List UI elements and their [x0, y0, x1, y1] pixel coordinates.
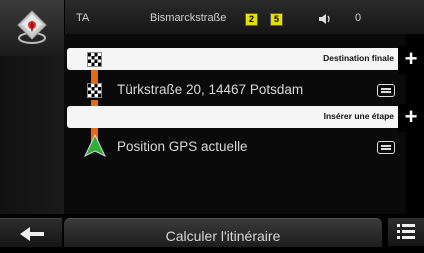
list-menu-icon — [397, 224, 415, 239]
plus-icon: + — [404, 46, 418, 71]
plus-icon: + — [404, 104, 418, 129]
row-menu-icon[interactable] — [377, 141, 395, 154]
destination-address: Türkstraße 20, 14467 Potsdam — [117, 82, 304, 97]
current-street: Bismarckstraße — [150, 12, 227, 24]
add-destination-button[interactable]: + — [398, 46, 424, 74]
badge-a: 2 — [245, 13, 259, 26]
volume-value: 0 — [355, 12, 362, 24]
back-button[interactable] — [0, 218, 62, 247]
checkered-flag-icon — [87, 83, 102, 98]
add-waypoint-button[interactable]: + — [398, 104, 424, 132]
left-panel — [0, 56, 64, 214]
insert-waypoint-bar[interactable]: Insérer une étape — [67, 106, 400, 128]
badge-b: 5 — [270, 13, 284, 26]
destination-bar-label: Destination finale — [323, 53, 394, 63]
row-menu-icon[interactable] — [377, 84, 395, 97]
status-label: TA — [76, 12, 90, 24]
map-button[interactable] — [0, 0, 65, 57]
list-menu-button[interactable] — [388, 218, 424, 246]
back-arrow-icon — [20, 227, 44, 241]
destination-bar[interactable]: Destination finale — [67, 48, 400, 70]
speaker-icon[interactable] — [318, 13, 332, 25]
start-label: Position GPS actuelle — [117, 139, 248, 154]
calculate-route-button[interactable]: Calculer l'itinéraire — [64, 218, 382, 247]
map-compass-icon — [17, 10, 47, 44]
insert-waypoint-label: Insérer une étape — [323, 111, 394, 121]
green-arrow-icon — [84, 134, 106, 158]
checkered-flag-icon — [87, 52, 102, 67]
